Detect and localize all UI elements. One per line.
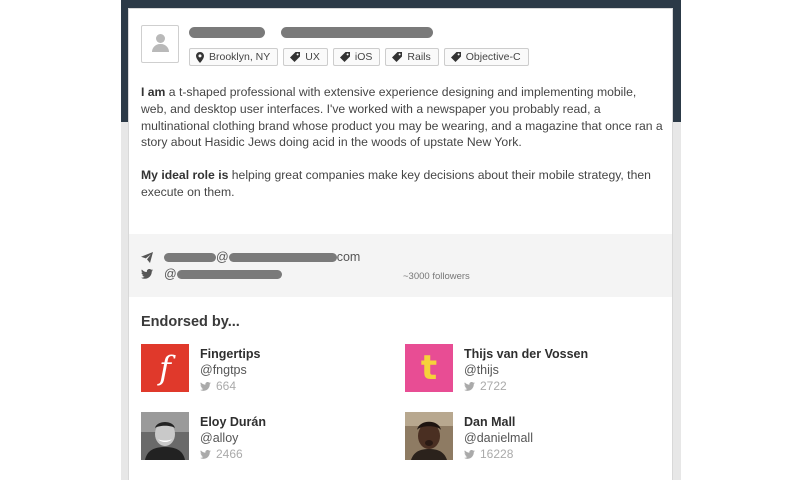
email-row[interactable]: @ com [141, 250, 360, 264]
profile-bio: I am a t-shaped professional with extens… [141, 84, 663, 217]
endorser-dan-mall[interactable]: Dan Mall @danielmall 16228 [405, 412, 533, 462]
tag-icon [392, 52, 403, 62]
email-domain-redacted [228, 252, 337, 262]
contact-section: @ com @ ~3000 followers [129, 234, 672, 297]
follower-count: 16228 [480, 447, 514, 461]
endorser-name[interactable]: Thijs van der Vossen [464, 347, 588, 362]
endorser-handle[interactable]: @thijs [464, 362, 588, 378]
tag-ios[interactable]: iOS [332, 48, 381, 66]
send-icon [141, 251, 153, 263]
bio-paragraph-1: I am a t-shaped professional with extens… [141, 84, 663, 151]
twitter-at: @ [164, 267, 177, 281]
fingertips-logo: f [141, 344, 189, 392]
endorsed-by-heading: Endorsed by... [141, 314, 240, 330]
tag-ux[interactable]: UX [283, 48, 328, 66]
dan-mall-avatar [405, 412, 453, 460]
endorser-name[interactable]: Dan Mall [464, 415, 533, 430]
bio-lead: My ideal role is [141, 168, 229, 183]
endorser-handle[interactable]: @danielmall [464, 430, 533, 446]
twitter-icon [200, 381, 211, 391]
tag-label: Objective-C [465, 51, 521, 63]
tag-icon [339, 52, 350, 62]
twitter-icon [200, 449, 211, 459]
follower-count: 2722 [480, 379, 507, 393]
twitter-handle-redacted [176, 269, 282, 279]
profile-card: Brooklyn, NY UX iOS Rails Objective-C I … [129, 9, 672, 480]
endorser-name[interactable]: Eloy Durán [200, 415, 266, 430]
tag-icon [290, 52, 301, 62]
avatar[interactable] [141, 25, 179, 63]
bio-lead: I am [141, 85, 166, 99]
followers-count: ~3000 followers [403, 271, 470, 282]
follower-count: 2466 [216, 447, 243, 461]
twitter-icon [464, 381, 475, 391]
endorser-name[interactable]: Fingertips [200, 347, 260, 362]
endorser-thijs[interactable]: t Thijs van der Vossen @thijs 2722 [405, 344, 588, 394]
eloy-avatar [141, 412, 189, 460]
tag-label: Brooklyn, NY [209, 51, 271, 63]
bio-text: a t-shaped professional with extensive e… [141, 85, 663, 150]
twitter-row[interactable]: @ [141, 267, 282, 281]
tag-label: UX [305, 51, 320, 63]
endorser-handle[interactable]: @alloy [200, 430, 266, 446]
profile-name-redacted [189, 27, 433, 38]
twitter-icon [464, 449, 475, 459]
tag-rails[interactable]: Rails [385, 48, 439, 66]
email-user-redacted [164, 252, 216, 262]
email-at: @ [216, 250, 229, 264]
endorser-eloy[interactable]: Eloy Durán @alloy 2466 [141, 412, 266, 462]
bio-paragraph-2: My ideal role is helping great companies… [141, 167, 663, 201]
avatar-placeholder-icon [156, 34, 165, 43]
tag-icon [450, 52, 461, 62]
endorser-handle[interactable]: @fngtps [200, 362, 260, 378]
follower-count: 664 [216, 379, 237, 393]
tag-objective-c[interactable]: Objective-C [443, 48, 529, 66]
tag-location[interactable]: Brooklyn, NY [189, 48, 279, 66]
location-pin-icon [196, 51, 204, 63]
tag-label: Rails [407, 51, 431, 63]
thijs-logo: t [405, 344, 453, 392]
twitter-icon [141, 269, 153, 279]
email-suffix: com [336, 250, 361, 264]
endorser-fingertips[interactable]: f Fingertips @fngtps 664 [141, 344, 260, 394]
profile-tags: Brooklyn, NY UX iOS Rails Objective-C [189, 48, 529, 66]
tag-label: iOS [354, 51, 373, 63]
